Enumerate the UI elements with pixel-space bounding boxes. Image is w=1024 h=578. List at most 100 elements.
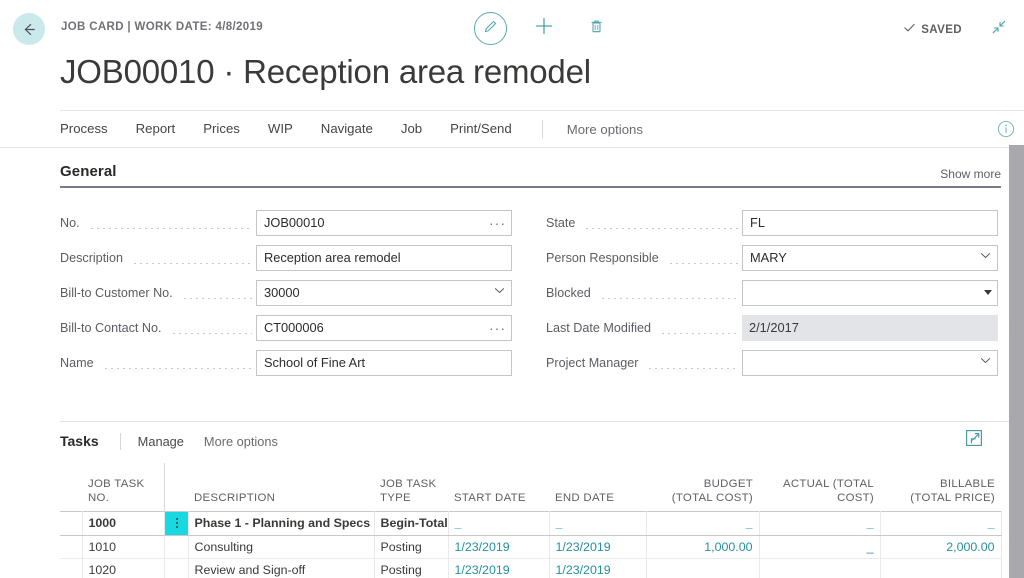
lookup-ellipsis-button[interactable]: ···: [489, 211, 506, 235]
saved-status[interactable]: SAVED: [903, 21, 962, 39]
info-button[interactable]: [996, 119, 1016, 139]
collapse-button[interactable]: [988, 18, 1010, 40]
cell-job-task-no[interactable]: 1010: [82, 535, 164, 558]
cell-description[interactable]: Review and Sign-off: [188, 558, 374, 578]
field-input-state[interactable]: FL: [742, 210, 998, 236]
cell-start-date[interactable]: _: [448, 511, 549, 535]
cell-end-date[interactable]: 1/23/2019: [549, 535, 646, 558]
field-input-description[interactable]: Reception area remodel: [256, 245, 512, 271]
cell-billable-total-price[interactable]: [880, 558, 1001, 578]
delete-button[interactable]: [580, 12, 613, 45]
field-value-name: School of Fine Art: [257, 351, 365, 375]
column-header-actual-total-cost[interactable]: ACTUAL (TOTALCOST): [759, 463, 880, 511]
dropdown-button[interactable]: [979, 246, 992, 270]
table-row[interactable]: 1020Review and Sign-offPosting1/23/20191…: [60, 558, 1001, 578]
show-more-link[interactable]: Show more: [940, 167, 1001, 181]
menu-item-prices[interactable]: Prices: [189, 111, 254, 147]
cell-budget-total-cost[interactable]: _: [646, 511, 759, 535]
column-header-budget-total-cost[interactable]: BUDGET(TOTAL COST): [646, 463, 759, 511]
general-underline: [60, 186, 1001, 188]
cell-actual-total-cost[interactable]: _: [759, 511, 880, 535]
column-header-billable-total-price[interactable]: BILLABLE(TOTAL PRICE): [880, 463, 1001, 511]
menu-divider: [0, 147, 1024, 148]
vertical-dots-icon[interactable]: [165, 512, 189, 535]
tasks-more-options-link[interactable]: More options: [204, 434, 278, 449]
dropdown-button[interactable]: [493, 281, 506, 305]
back-button[interactable]: [13, 13, 45, 45]
tasks-section-header: Tasks Manage More options: [60, 430, 1001, 452]
tasks-manage-link[interactable]: Manage: [138, 434, 184, 449]
column-header-line: (TOTAL PRICE): [886, 491, 995, 505]
tasks-grid[interactable]: JOB TASKNO. DESCRIPTIONJOB TASKTYPESTART …: [60, 463, 1001, 578]
column-header-job-task-type[interactable]: JOB TASKTYPE: [374, 463, 448, 511]
row-menu-cell[interactable]: [164, 511, 188, 535]
tasks-grid-header-row: JOB TASKNO. DESCRIPTIONJOB TASKTYPESTART …: [60, 463, 1001, 511]
column-header-start-date[interactable]: START DATE: [448, 463, 549, 511]
field-value-bill-to-customer-no: 30000: [257, 281, 300, 305]
cell-job-task-type[interactable]: Posting: [374, 558, 448, 578]
field-row-person-responsible: Person ResponsibleMARY: [546, 240, 998, 275]
grid-kebab-header: [164, 463, 188, 511]
cell-budget-total-cost[interactable]: [646, 558, 759, 578]
field-input-bill-to-contact-no[interactable]: CT000006 ···: [256, 315, 512, 341]
job-card-page: JOB CARD | WORK DATE: 4/8/2019: [0, 0, 1024, 578]
row-menu-cell[interactable]: [164, 558, 188, 578]
cell-actual-total-cost[interactable]: _: [759, 535, 880, 558]
cell-job-task-no[interactable]: 1000: [82, 511, 164, 535]
dropdown-button[interactable]: [979, 351, 992, 375]
check-icon: [903, 21, 916, 39]
column-header-job-task-no[interactable]: JOB TASKNO.: [82, 463, 164, 511]
scrollbar-thumb[interactable]: [1009, 145, 1024, 578]
field-label-no: No.: [60, 216, 85, 230]
page-scrollbar[interactable]: [1009, 145, 1024, 578]
field-input-name[interactable]: School of Fine Art: [256, 350, 512, 376]
row-selector-cell[interactable]: [60, 558, 82, 578]
field-value-person-responsible: MARY: [743, 246, 787, 270]
menu-item-job[interactable]: Job: [387, 111, 436, 147]
field-input-project-manager[interactable]: [742, 350, 998, 376]
menu-separator: [542, 120, 543, 138]
tasks-expand-button[interactable]: [964, 428, 984, 448]
table-row[interactable]: 1010ConsultingPosting1/23/20191/23/20191…: [60, 535, 1001, 558]
new-button[interactable]: [527, 12, 560, 45]
menu-item-wip[interactable]: WIP: [254, 111, 307, 147]
cell-start-date[interactable]: 1/23/2019: [448, 535, 549, 558]
menu-item-navigate[interactable]: Navigate: [307, 111, 387, 147]
cell-description[interactable]: Phase 1 - Planning and Specs: [188, 511, 374, 535]
menu-item-process[interactable]: Process: [60, 111, 122, 147]
row-selector-cell[interactable]: [60, 535, 82, 558]
cell-job-task-type[interactable]: Begin-Total: [374, 511, 448, 535]
menu-item-print-send[interactable]: Print/Send: [436, 111, 526, 147]
caret-down-icon: [984, 290, 992, 295]
field-label-description: Description: [60, 251, 128, 265]
field-input-bill-to-customer-no[interactable]: 30000: [256, 280, 512, 306]
row-menu-cell[interactable]: [164, 535, 188, 558]
column-header-line: END DATE: [555, 491, 640, 505]
cell-job-task-no[interactable]: 1020: [82, 558, 164, 578]
cell-end-date[interactable]: 1/23/2019: [549, 558, 646, 578]
column-header-description[interactable]: DESCRIPTION: [188, 463, 374, 511]
top-bar: JOB CARD | WORK DATE: 4/8/2019: [0, 0, 1024, 58]
field-value-bill-to-contact-no: CT000006: [257, 316, 324, 340]
edit-button[interactable]: [474, 12, 507, 45]
cell-actual-total-cost[interactable]: [759, 558, 880, 578]
cell-budget-total-cost[interactable]: 1,000.00: [646, 535, 759, 558]
column-header-end-date[interactable]: END DATE: [549, 463, 646, 511]
cell-start-date[interactable]: 1/23/2019: [448, 558, 549, 578]
field-input-blocked[interactable]: [742, 280, 998, 306]
field-input-no[interactable]: JOB00010···: [256, 210, 512, 236]
menu-item-report[interactable]: Report: [122, 111, 190, 147]
lookup-ellipsis-button[interactable]: ···: [489, 316, 506, 340]
cell-job-task-type[interactable]: Posting: [374, 535, 448, 558]
table-row[interactable]: 1000 Phase 1 - Planning and SpecsBegin-To…: [60, 511, 1001, 535]
field-label-bill-to-contact-no: Bill-to Contact No.: [60, 321, 167, 335]
row-selector-cell[interactable]: [60, 511, 82, 535]
cell-end-date[interactable]: _: [549, 511, 646, 535]
cell-description[interactable]: Consulting: [188, 535, 374, 558]
dropdown-button[interactable]: [984, 281, 992, 305]
column-header-line: NO.: [88, 491, 158, 505]
menu-item-more-options[interactable]: More options: [553, 122, 657, 137]
cell-billable-total-price[interactable]: 2,000.00: [880, 535, 1001, 558]
field-input-person-responsible[interactable]: MARY: [742, 245, 998, 271]
cell-billable-total-price[interactable]: _: [880, 511, 1001, 535]
